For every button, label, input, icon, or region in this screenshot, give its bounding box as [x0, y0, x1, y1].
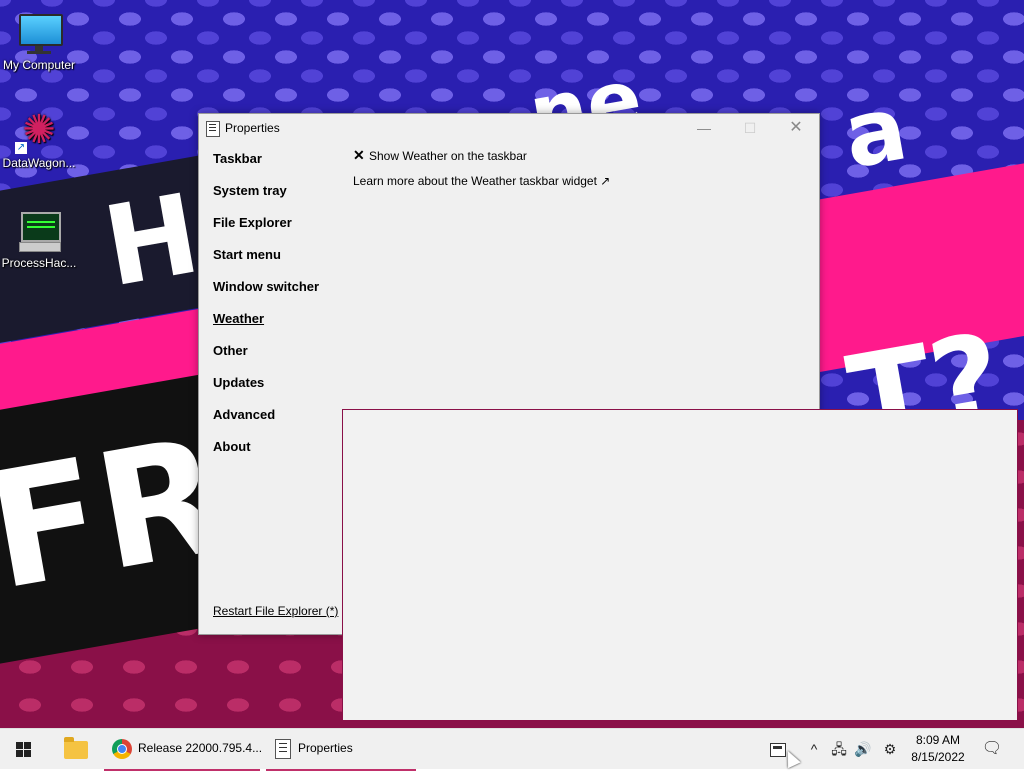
- restart-file-explorer-link[interactable]: Restart File Explorer (*): [213, 604, 338, 618]
- taskbar: Release 22000.795.4... Properties ^ 🖧 🔊 …: [0, 728, 1024, 771]
- desktop-icon-label: DataWagon...: [2, 156, 76, 170]
- weather-flyout-panel: [342, 409, 1018, 721]
- settings-nav: Taskbar System tray File Explorer Start …: [213, 151, 343, 471]
- learn-more-link[interactable]: Learn more about the Weather taskbar wid…: [353, 174, 610, 188]
- desktop-icon-processhacker[interactable]: ProcessHac...: [0, 206, 78, 270]
- title-bar[interactable]: Properties — ☐ ✕: [199, 114, 819, 142]
- desktop-icon-label: ProcessHac...: [1, 256, 77, 270]
- nav-item-file-explorer[interactable]: File Explorer: [213, 215, 343, 247]
- show-weather-option[interactable]: ✕ Show Weather on the taskbar: [353, 148, 610, 174]
- file-explorer-taskbar-button[interactable]: [54, 729, 98, 769]
- processhacker-icon: [15, 206, 63, 254]
- nav-item-start-menu[interactable]: Start menu: [213, 247, 343, 279]
- option-unchecked-icon: ✕: [353, 147, 365, 163]
- nav-item-weather[interactable]: Weather: [213, 311, 343, 343]
- desktop-icon-label: My Computer: [2, 58, 76, 72]
- nav-item-taskbar[interactable]: Taskbar: [213, 151, 343, 183]
- notification-center-icon[interactable]: 🗨: [978, 729, 1006, 769]
- window-title: Properties: [225, 121, 280, 135]
- properties-taskbar-label: Properties: [298, 741, 353, 755]
- maximize-button[interactable]: ☐: [727, 114, 773, 142]
- nav-item-system-tray[interactable]: System tray: [213, 183, 343, 215]
- nav-item-about[interactable]: About: [213, 439, 343, 471]
- nav-item-other[interactable]: Other: [213, 343, 343, 375]
- network-icon[interactable]: 🖧: [828, 729, 850, 769]
- nav-item-updates[interactable]: Updates: [213, 375, 343, 407]
- properties-app-icon: [275, 739, 291, 759]
- show-weather-label: Show Weather on the taskbar: [369, 149, 527, 163]
- properties-app-icon: [206, 121, 220, 137]
- volume-icon[interactable]: 🔊: [852, 729, 874, 769]
- desktop-icon-datawagon[interactable]: ✺ ↗ DataWagon...: [0, 106, 78, 170]
- clock-date: 8/15/2022: [911, 750, 965, 764]
- windows-logo-icon: [16, 742, 32, 758]
- desktop-icon-my-computer[interactable]: My Computer: [0, 8, 78, 72]
- gear-icon[interactable]: ⚙: [878, 729, 902, 769]
- show-hidden-icons-chevron-icon[interactable]: ^: [804, 729, 824, 769]
- monitor-icon: [15, 8, 63, 56]
- chrome-taskbar-button[interactable]: Release 22000.795.4...: [104, 729, 263, 771]
- properties-taskbar-button[interactable]: Properties: [266, 729, 416, 771]
- folder-icon: [64, 737, 88, 759]
- shortcut-arrow-icon: ↗: [15, 142, 27, 154]
- chrome-taskbar-label: Release 22000.795.4...: [138, 741, 263, 755]
- datawagon-icon: ✺ ↗: [15, 108, 56, 154]
- minimize-button[interactable]: —: [681, 114, 727, 142]
- chrome-icon: [112, 739, 132, 759]
- nav-item-advanced[interactable]: Advanced: [213, 407, 343, 439]
- clock-time: 8:09 AM: [915, 733, 961, 747]
- weather-settings-panel: ✕ Show Weather on the taskbar Learn more …: [353, 148, 610, 188]
- start-button[interactable]: [0, 729, 48, 769]
- taskbar-clock[interactable]: 8:09 AM 8/15/2022: [906, 732, 970, 766]
- nav-item-window-switcher[interactable]: Window switcher: [213, 279, 343, 311]
- close-button[interactable]: ✕: [773, 114, 819, 142]
